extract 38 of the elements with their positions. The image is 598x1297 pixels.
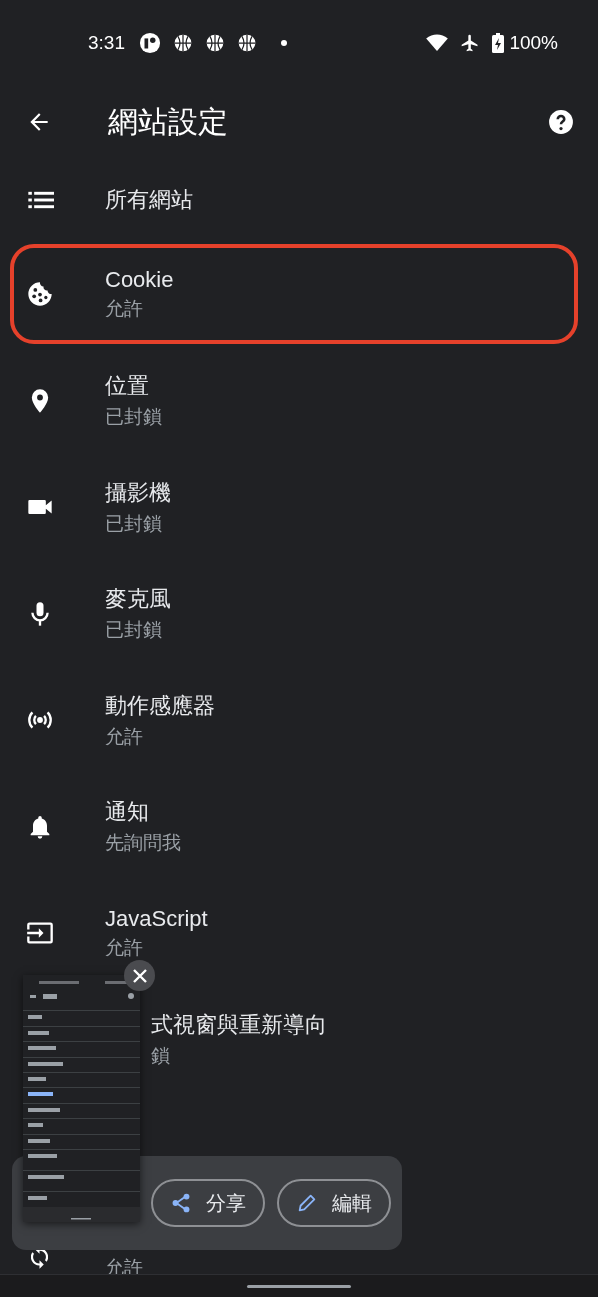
item-title: JavaScript <box>105 905 208 932</box>
item-title: 麥克風 <box>105 585 171 614</box>
basketball-icon <box>237 32 257 53</box>
item-title: 攝影機 <box>105 478 171 507</box>
item-status: 已封鎖 <box>105 618 163 643</box>
item-status: 已封鎖 <box>105 405 162 430</box>
battery-charging-icon <box>492 32 505 53</box>
edit-button[interactable]: 編輯 <box>277 1179 391 1227</box>
basketball-icon <box>173 32 193 53</box>
close-icon <box>130 966 149 985</box>
basketball-icon <box>205 32 225 53</box>
dot-icon <box>281 39 287 46</box>
status-time: 3:31 <box>88 31 125 54</box>
item-title: 式視窗與重新導向 <box>151 1011 327 1040</box>
item-title: 動作感應器 <box>105 691 215 720</box>
gesture-handle[interactable] <box>247 1285 351 1288</box>
item-status: 允許 <box>105 724 144 749</box>
item-title: 位置 <box>105 372 150 401</box>
wifi-icon <box>426 33 449 52</box>
pencil-icon <box>296 1192 318 1214</box>
item-title: 所有網站 <box>105 186 193 214</box>
page-title: 網站設定 <box>108 103 229 140</box>
help-icon <box>548 109 574 135</box>
battery-percent: 100% <box>509 31 558 54</box>
close-button[interactable] <box>124 960 155 991</box>
item-title: 通知 <box>105 798 150 827</box>
airplane-icon <box>460 32 481 53</box>
item-status: 允許 <box>105 296 144 321</box>
share-button[interactable]: 分享 <box>151 1179 265 1227</box>
help-button[interactable] <box>546 107 576 137</box>
item-status: 已封鎖 <box>105 511 163 536</box>
share-icon <box>170 1192 192 1214</box>
app-icon <box>139 31 161 54</box>
item-status: 允許 <box>105 935 144 960</box>
cookie-icon <box>26 280 54 308</box>
item-status: 鎖 <box>151 1044 171 1069</box>
item-title: Cookie <box>105 266 174 293</box>
item-status: 先詢問我 <box>105 831 181 856</box>
